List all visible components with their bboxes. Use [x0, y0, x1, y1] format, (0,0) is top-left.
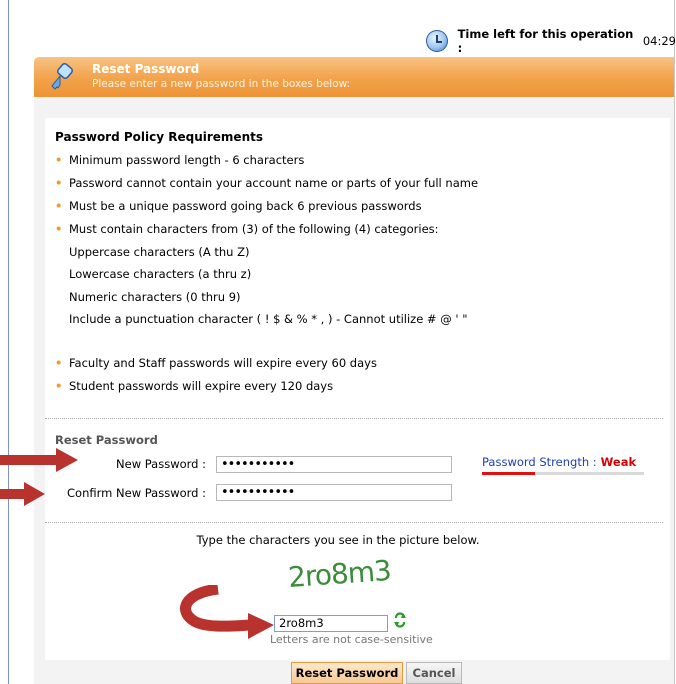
captcha-image: 2ro8m3 — [287, 554, 392, 593]
new-password-label: New Password : — [116, 457, 206, 471]
cancel-button[interactable]: Cancel — [406, 662, 462, 684]
confirm-password-field[interactable]: ••••••••••• — [216, 484, 452, 501]
header-subtitle: Please enter a new password in the boxes… — [92, 78, 351, 90]
policy-category: Lowercase characters (a thru z) — [69, 267, 252, 281]
policy-expiry: • Faculty and Staff passwords will expire… — [55, 356, 377, 370]
annotation-arrow — [0, 448, 78, 472]
annotation-curved-arrow — [180, 585, 274, 639]
policy-expiry: • Student passwords will expire every 120… — [55, 379, 334, 393]
policy-bullet: • Must be a unique password going back 6 … — [55, 199, 422, 213]
timer-label: Time left for this operation : — [457, 27, 634, 55]
annotation-arrow — [0, 482, 45, 506]
form-section-title: Reset Password — [55, 433, 158, 447]
strength-meter-fill — [482, 472, 536, 475]
reset-password-header: Reset Password Please enter a new passwo… — [34, 57, 674, 97]
confirm-password-label: Confirm New Password : — [67, 486, 206, 500]
header-title: Reset Password — [92, 62, 200, 76]
divider — [45, 418, 663, 419]
strength-value: Weak — [600, 455, 637, 469]
policy-bullet: • Minimum password length - 6 characters — [55, 153, 305, 167]
password-strength: Password Strength : Weak — [482, 455, 636, 469]
strength-label: Password Strength : — [482, 455, 597, 469]
policy-bullet: • Must contain characters from (3) of the… — [55, 222, 439, 236]
refresh-captcha-icon[interactable] — [393, 612, 407, 628]
timer-value: 04:29 — [642, 34, 676, 48]
policy-title: Password Policy Requirements — [55, 130, 263, 144]
key-icon — [51, 63, 73, 90]
svg-text:2ro8m3: 2ro8m3 — [287, 554, 392, 593]
policy-category: Include a punctuation character ( ! $ & … — [69, 312, 468, 326]
policy-bullet: • Password cannot contain your account na… — [55, 176, 479, 190]
divider — [45, 522, 663, 523]
policy-category: Numeric characters (0 thru 9) — [69, 290, 241, 304]
captcha-case-note: Letters are not case-sensitive — [270, 633, 433, 646]
policy-category: Uppercase characters (A thu Z) — [69, 245, 250, 259]
timer-bar: Time left for this operation : 04:29 — [426, 27, 676, 55]
captcha-instruction: Type the characters you see in the pictu… — [196, 533, 480, 547]
strength-meter — [482, 472, 644, 475]
clock-icon — [426, 30, 448, 52]
captcha-input[interactable]: 2ro8m3 — [274, 615, 388, 632]
new-password-field[interactable]: ••••••••••• — [216, 456, 452, 473]
reset-password-button[interactable]: Reset Password — [291, 662, 403, 684]
